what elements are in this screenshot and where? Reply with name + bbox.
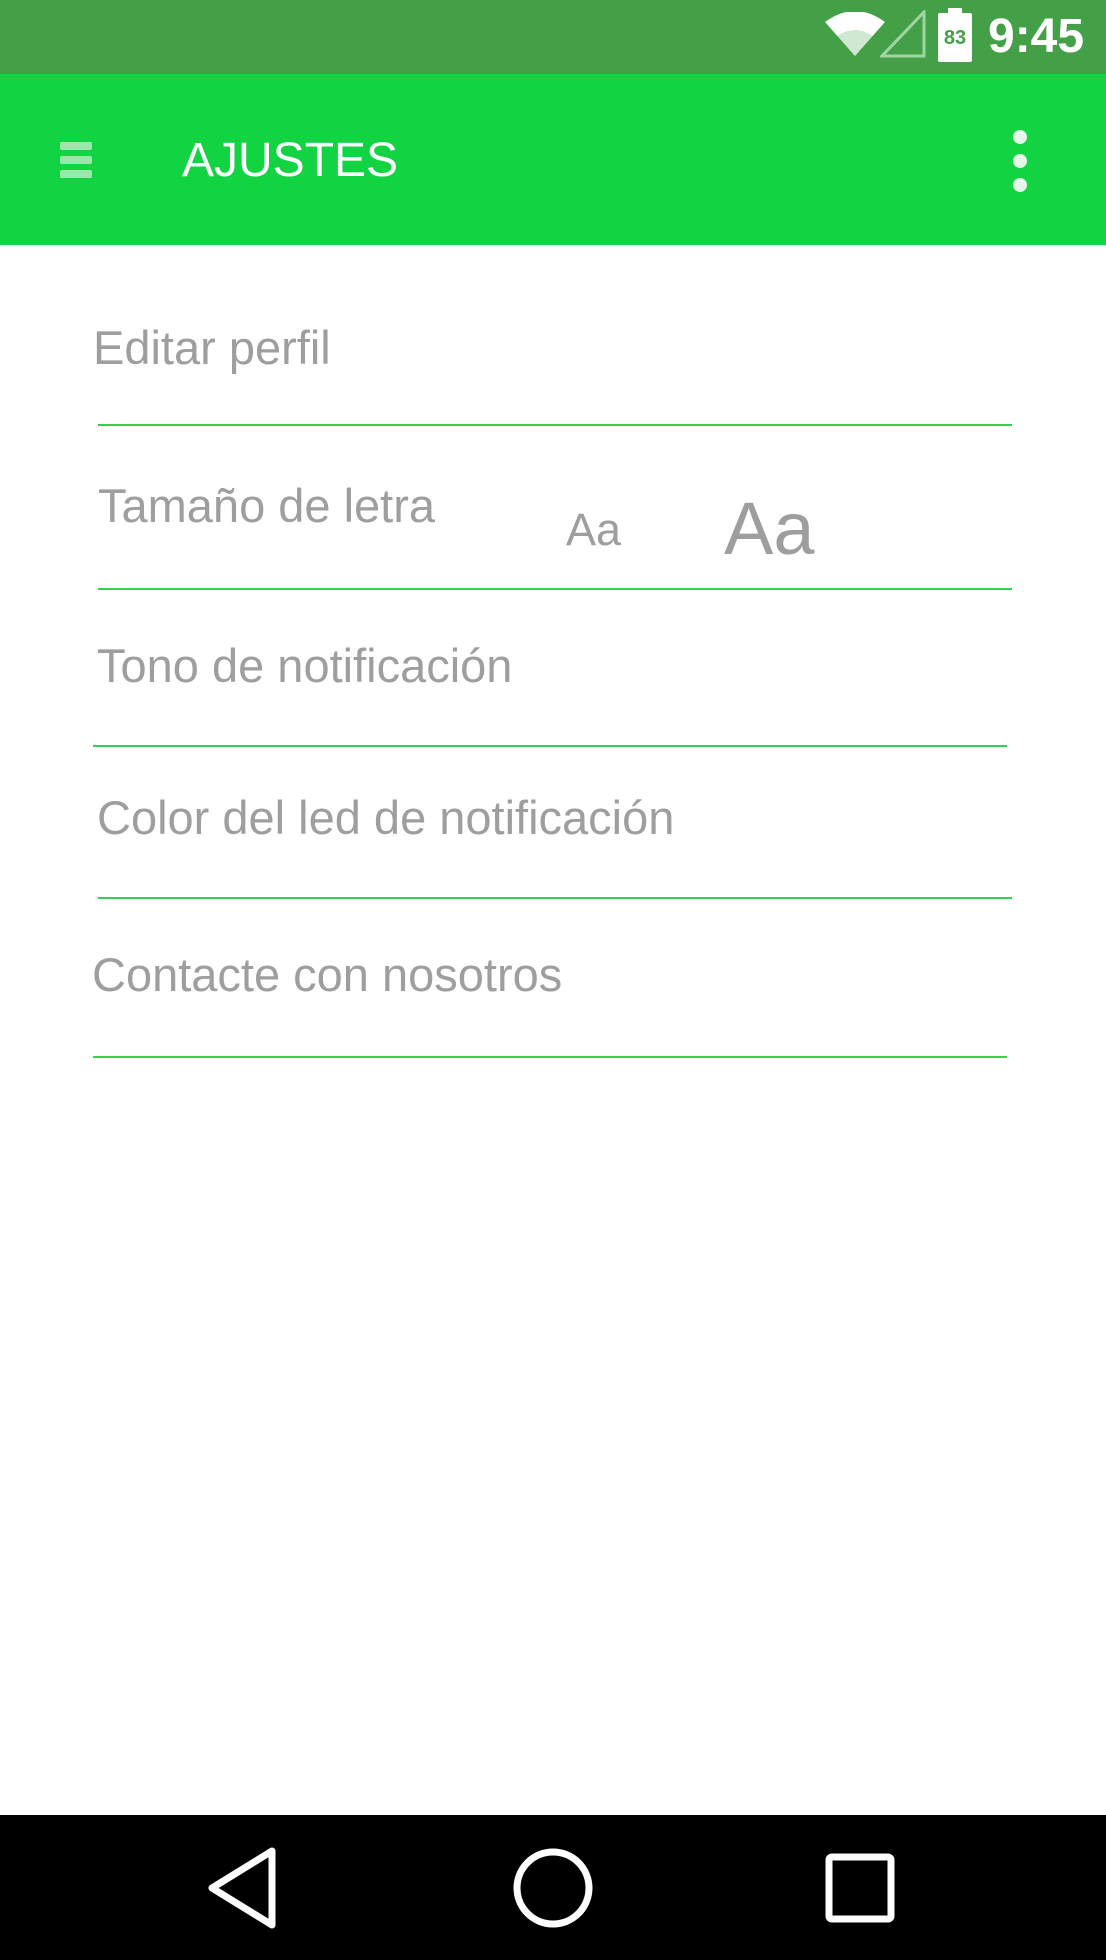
settings-item-contact-us[interactable]: Contacte con nosotros [92, 899, 1007, 1058]
more-vert-icon[interactable] [1005, 126, 1035, 196]
home-icon[interactable] [508, 1843, 598, 1933]
settings-item-notification-tone[interactable]: Tono de notificación [93, 590, 1007, 747]
back-icon[interactable] [198, 1843, 288, 1933]
settings-item-font-size[interactable]: Tamaño de letra Aa Aa [98, 426, 1012, 590]
settings-item-label: Contacte con nosotros [92, 948, 563, 1001]
font-size-large-option[interactable]: Aa [724, 486, 815, 571]
recents-icon[interactable] [815, 1843, 905, 1933]
status-clock: 9:45 [988, 10, 1085, 63]
settings-item-label: Editar perfil [93, 321, 331, 374]
font-size-small-option[interactable]: Aa [566, 504, 621, 556]
battery-level-text: 83 [943, 27, 967, 49]
settings-item-label: Color del led de notificación [97, 791, 675, 844]
navigation-bar [0, 1815, 1106, 1960]
page-title: AJUSTES [182, 134, 399, 187]
cell-signal-icon [880, 10, 926, 58]
settings-item-label: Tamaño de letra [98, 479, 436, 532]
settings-item-label: Tono de notificación [97, 639, 513, 692]
status-bar: 83 9:45 [0, 0, 1106, 74]
settings-item-edit-profile[interactable]: Editar perfil [93, 290, 1012, 426]
app-bar: AJUSTES [0, 74, 1106, 245]
hamburger-menu-icon[interactable] [60, 138, 94, 182]
wifi-icon [825, 12, 885, 56]
settings-item-led-color[interactable]: Color del led de notificación [97, 747, 1012, 899]
